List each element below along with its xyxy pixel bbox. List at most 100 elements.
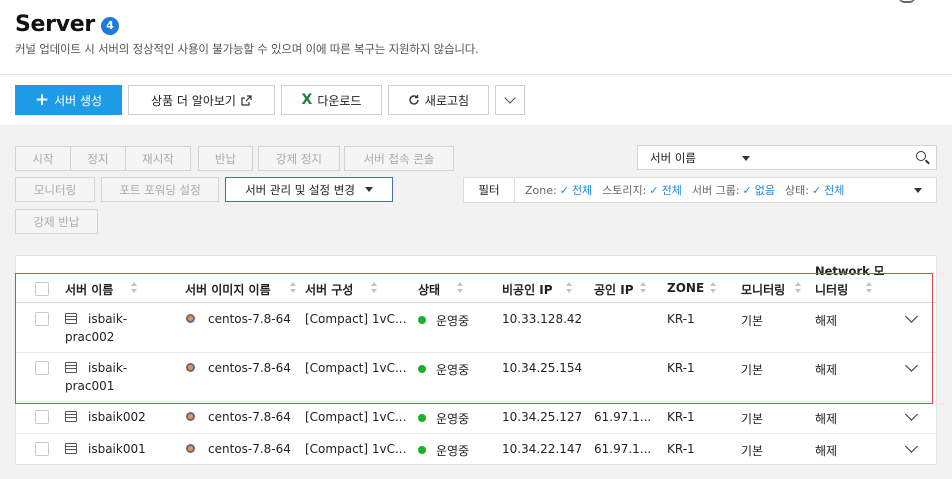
refresh-label: 새로고침 <box>424 93 470 108</box>
refresh-button[interactable]: 새로고침 <box>388 85 489 115</box>
status-running-dot <box>418 365 426 373</box>
more-options-button[interactable] <box>495 85 525 115</box>
server-name[interactable]: isbaik002 <box>88 410 146 424</box>
column-header-image[interactable]: 서버 이미지 이름 <box>185 281 271 298</box>
zone-filter-label: Zone: <box>525 183 557 197</box>
server-icon <box>65 362 77 373</box>
centos-icon <box>185 313 196 324</box>
return-button[interactable]: 반납 <box>198 146 253 171</box>
search-input[interactable] <box>762 145 937 170</box>
server-image: centos-7.8-64 <box>208 312 291 326</box>
server-image: centos-7.8-64 <box>208 361 291 375</box>
check-icon: ✓ <box>811 183 822 197</box>
server-status: 운영중 <box>436 444 470 458</box>
page-title: Server <box>15 12 95 37</box>
check-icon: ✓ <box>559 183 569 197</box>
sort-icon[interactable] <box>866 282 873 294</box>
server-icon <box>65 411 77 422</box>
restart-button[interactable]: 재시작 <box>125 146 191 171</box>
check-icon: ✓ <box>649 183 659 197</box>
sort-icon[interactable] <box>795 282 802 294</box>
public-ip: 61.97.1... <box>594 442 652 456</box>
row-checkbox[interactable] <box>35 312 49 326</box>
column-header-monitoring[interactable]: 모니터링 <box>741 281 785 298</box>
search-icon[interactable] <box>916 151 926 161</box>
row-checkbox[interactable] <box>35 442 49 456</box>
column-header-network-monitoring-line1[interactable]: Network 모 <box>815 263 884 279</box>
filter-button[interactable]: 필터 <box>464 178 515 202</box>
row-checkbox[interactable] <box>35 410 49 424</box>
column-header-zone[interactable]: ZONE <box>667 281 704 295</box>
server-spec: [Compact] 1vC... <box>305 312 407 326</box>
status-running-dot <box>418 446 426 454</box>
check-icon: ✓ <box>742 183 752 197</box>
status-filter[interactable]: 상태: ✓ 전체 <box>785 182 844 198</box>
public-ip: 61.97.1... <box>594 410 652 424</box>
sort-icon[interactable] <box>457 282 464 294</box>
server-status: 운영중 <box>436 412 470 426</box>
centos-icon <box>185 362 196 373</box>
server-spec: [Compact] 1vC... <box>305 442 407 456</box>
server-status: 운영중 <box>436 363 470 377</box>
column-header-private-ip[interactable]: 비공인 IP <box>502 281 553 298</box>
force-stop-button[interactable]: 강제 정지 <box>258 146 340 171</box>
column-header-public-ip[interactable]: 공인 IP <box>594 281 634 298</box>
sort-icon[interactable] <box>131 282 138 294</box>
sort-icon[interactable] <box>371 282 378 294</box>
column-header-network-monitoring[interactable]: 니터링 <box>815 281 848 298</box>
table-header-divider <box>16 302 936 303</box>
server-console-button[interactable]: 서버 접속 콘솔 <box>344 146 454 171</box>
column-header-name[interactable]: 서버 이름 <box>65 281 113 298</box>
server-name[interactable]: isbaik- <box>88 361 127 375</box>
stop-button[interactable]: 정지 <box>70 146 126 171</box>
sort-icon[interactable] <box>566 282 573 294</box>
server-name-continued[interactable]: prac002 <box>65 330 114 344</box>
external-link-icon <box>241 94 252 106</box>
server-group-filter[interactable]: 서버 그룹: ✓ 없음 <box>692 182 775 198</box>
server-spec: [Compact] 1vC... <box>305 410 407 424</box>
storage-filter-label: 스토리지: <box>602 184 647 197</box>
server-icon <box>65 313 77 324</box>
select-all-checkbox[interactable] <box>35 282 49 296</box>
column-header-spec[interactable]: 서버 구성 <box>305 281 353 298</box>
create-server-label: 서버 생성 <box>54 93 103 108</box>
zone: KR-1 <box>667 312 695 326</box>
server-name-continued[interactable]: prac001 <box>65 379 114 393</box>
sort-icon[interactable] <box>710 282 717 294</box>
status-running-dot <box>418 414 426 422</box>
start-button[interactable]: 시작 <box>15 146 71 171</box>
zone-filter[interactable]: Zone: ✓ 전체 <box>525 182 592 198</box>
row-checkbox[interactable] <box>35 361 49 375</box>
monitoring-button[interactable]: 모니터링 <box>15 177 95 202</box>
chevron-down-icon <box>504 92 516 104</box>
manage-settings-dropdown[interactable]: 서버 관리 및 설정 변경 <box>225 177 393 202</box>
search-field-value: 서버 이름 <box>650 150 696 165</box>
monitoring: 기본 <box>741 412 764 426</box>
create-server-button[interactable]: + 서버 생성 <box>15 85 122 115</box>
excel-icon: X <box>301 92 313 108</box>
search-field-select[interactable]: 서버 이름 <box>637 145 763 170</box>
storage-filter-value: 전체 <box>661 184 682 197</box>
force-return-button[interactable]: 강제 반납 <box>15 209 98 234</box>
row-divider <box>16 401 936 402</box>
caret-down-icon <box>364 187 373 192</box>
column-header-status[interactable]: 상태 <box>418 281 440 298</box>
download-label: 다운로드 <box>317 93 362 108</box>
port-forwarding-button[interactable]: 포트 포워딩 설정 <box>101 177 219 202</box>
download-button[interactable]: X 다운로드 <box>281 85 382 115</box>
sort-icon[interactable] <box>640 282 647 294</box>
server-name[interactable]: isbaik- <box>88 312 127 326</box>
monitoring: 기본 <box>741 314 764 328</box>
server-count-badge: 4 <box>101 17 119 35</box>
zone: KR-1 <box>667 410 695 424</box>
server-name[interactable]: isbaik001 <box>88 442 146 456</box>
server-image: centos-7.8-64 <box>208 442 291 456</box>
filter-expand-icon[interactable] <box>914 188 922 193</box>
row-divider <box>16 433 936 434</box>
network-monitoring: 해제 <box>815 412 838 426</box>
server-group-filter-value: 없음 <box>754 184 775 197</box>
storage-filter[interactable]: 스토리지: ✓ 전체 <box>602 182 682 198</box>
sort-icon[interactable] <box>290 282 297 294</box>
learn-more-button[interactable]: 상품 더 알아보기 <box>128 85 275 115</box>
monitoring: 기본 <box>741 363 764 377</box>
